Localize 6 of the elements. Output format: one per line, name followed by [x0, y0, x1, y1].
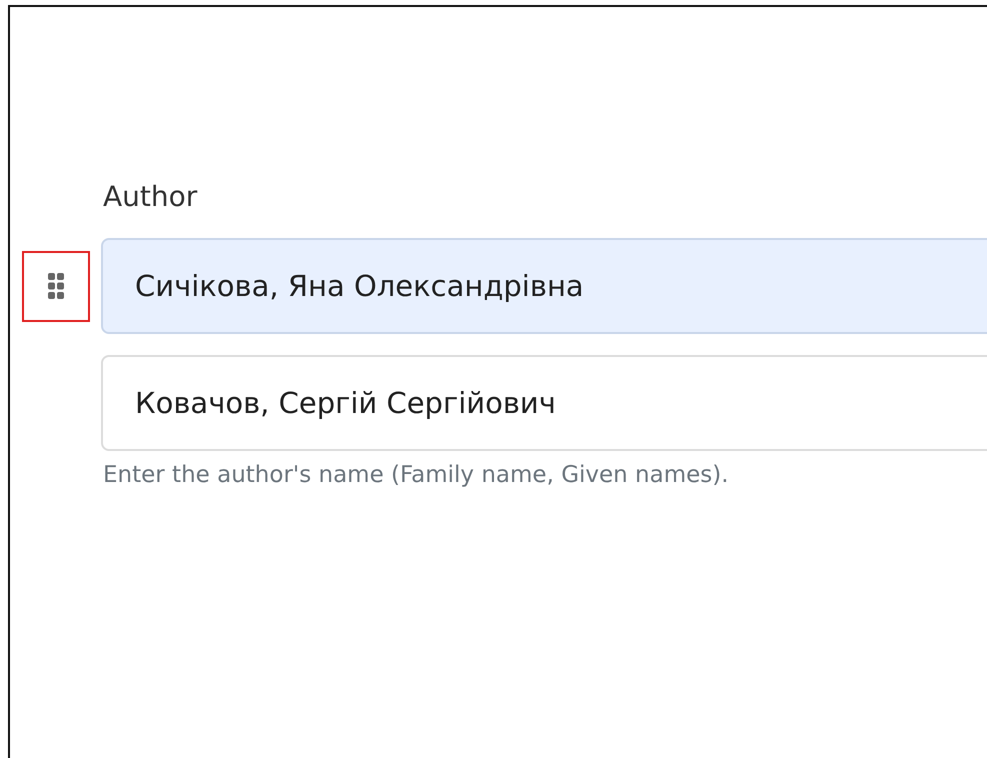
author-input[interactable]: Сичікова, Яна Олександрівна: [101, 238, 987, 334]
grip-icon: [48, 273, 64, 299]
field-label: Author: [103, 179, 198, 215]
author-input[interactable]: Ковачов, Сергій Сергійович: [101, 355, 987, 451]
help-text: Enter the author's name (Family name, Given names).: [103, 462, 730, 488]
drag-handle[interactable]: [22, 250, 90, 322]
